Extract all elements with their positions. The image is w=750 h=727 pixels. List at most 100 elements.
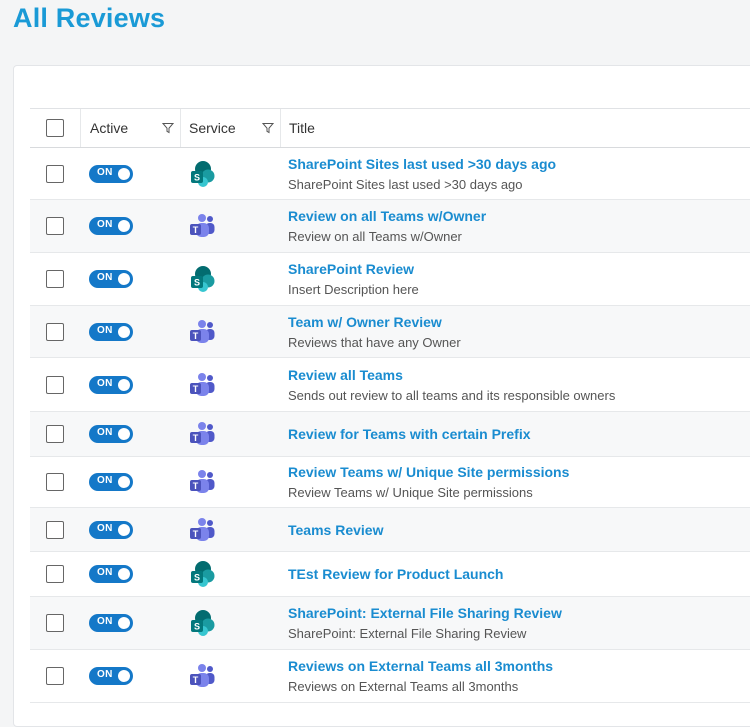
review-title-link[interactable]: SharePoint Review (288, 260, 414, 278)
row-service-cell: T (180, 371, 280, 399)
review-title-link[interactable]: Review for Teams with certain Prefix (288, 425, 531, 443)
row-checkbox[interactable] (46, 322, 64, 341)
toggle-label: ON (97, 219, 113, 230)
active-toggle[interactable]: ON (89, 473, 133, 491)
header-service[interactable]: Service (180, 109, 280, 147)
row-checkbox[interactable] (46, 473, 64, 491)
table-row[interactable]: ON T Review all Teams Sends out review t… (30, 358, 750, 412)
table-row[interactable]: ON T Team w/ Owner Review Reviews that h… (30, 306, 750, 358)
row-title-cell: Team w/ Owner Review Reviews that have a… (280, 313, 750, 351)
row-checkbox[interactable] (46, 520, 64, 539)
row-active-cell: ON (80, 322, 180, 341)
active-toggle[interactable]: ON (89, 425, 133, 443)
table-body: ON S SharePoint Sites last used >30 days… (30, 148, 750, 703)
review-description: SharePoint Sites last used >30 days ago (288, 176, 523, 192)
table-row[interactable]: ON T Review Teams w/ Unique Site permiss… (30, 457, 750, 508)
row-select-cell (30, 270, 80, 288)
row-select-cell (30, 520, 80, 539)
row-checkbox[interactable] (46, 270, 64, 288)
active-toggle[interactable]: ON (89, 565, 133, 583)
row-checkbox[interactable] (46, 375, 64, 394)
review-title-link[interactable]: TEst Review for Product Launch (288, 565, 503, 583)
row-checkbox[interactable] (46, 164, 64, 183)
row-select-cell (30, 322, 80, 341)
row-service-cell: T (180, 662, 280, 690)
toggle-knob (118, 617, 130, 629)
toggle-knob (118, 325, 130, 338)
filter-icon[interactable] (262, 122, 274, 134)
teams-icon: T (190, 422, 215, 445)
toggle-label: ON (97, 166, 113, 178)
review-title-link[interactable]: Team w/ Owner Review (288, 313, 442, 331)
active-toggle[interactable]: ON (89, 667, 133, 685)
review-description: Reviews that have any Owner (288, 334, 461, 350)
active-toggle[interactable]: ON (89, 520, 133, 539)
row-checkbox[interactable] (46, 667, 64, 685)
svg-text:S: S (194, 573, 200, 583)
row-select-cell (30, 425, 80, 443)
svg-text:S: S (194, 278, 200, 288)
row-title-cell: Review Teams w/ Unique Site permissions … (280, 463, 750, 501)
header-active-label: Active (90, 120, 129, 136)
row-title-cell: Review on all Teams w/Owner Review on al… (280, 207, 750, 245)
page-title: All Reviews (13, 3, 166, 33)
row-service-cell: T (180, 516, 280, 544)
review-title-link[interactable]: Reviews on External Teams all 3months (288, 657, 553, 675)
table-row[interactable]: ON S SharePoint Sites last used >30 days… (30, 148, 750, 200)
header-title[interactable]: Title (280, 109, 750, 147)
row-active-cell: ON (80, 667, 180, 685)
active-toggle[interactable]: ON (89, 217, 133, 235)
svg-text:T: T (193, 529, 199, 539)
table-row[interactable]: ON S SharePoint: External File Sharing R… (30, 597, 750, 650)
review-title-link[interactable]: SharePoint: External File Sharing Review (288, 604, 562, 622)
row-active-cell: ON (80, 614, 180, 632)
active-toggle[interactable]: ON (89, 322, 133, 341)
header-active[interactable]: Active (80, 109, 180, 147)
table-row[interactable]: ON T Review on all Teams w/Owner Review … (30, 200, 750, 253)
svg-text:T: T (193, 481, 199, 491)
table-row[interactable]: ON S TEst Review for Product Launch (30, 552, 750, 597)
active-toggle[interactable]: ON (89, 164, 133, 183)
toggle-knob (118, 220, 130, 232)
table-row[interactable]: ON T Reviews on External Teams all 3mont… (30, 650, 750, 703)
table-row[interactable]: ON S SharePoint Review Insert Descriptio… (30, 253, 750, 306)
review-title-link[interactable]: SharePoint Sites last used >30 days ago (288, 155, 556, 173)
row-checkbox[interactable] (46, 565, 64, 583)
toggle-label: ON (97, 669, 113, 680)
active-toggle[interactable]: ON (89, 614, 133, 632)
row-service-cell: T (180, 420, 280, 448)
review-description: SharePoint: External File Sharing Review (288, 626, 527, 641)
table-row[interactable]: ON T Teams Review (30, 508, 750, 552)
row-active-cell: ON (80, 217, 180, 235)
active-toggle[interactable]: ON (89, 270, 133, 288)
toggle-label: ON (97, 522, 113, 534)
row-service-cell: T (180, 212, 280, 240)
review-title-link[interactable]: Review Teams w/ Unique Site permissions (288, 463, 569, 481)
row-title-cell: SharePoint Sites last used >30 days ago … (280, 155, 750, 193)
row-active-cell: ON (80, 520, 180, 539)
teams-icon: T (190, 517, 215, 541)
toggle-knob (118, 670, 130, 682)
row-active-cell: ON (80, 270, 180, 288)
review-title-link[interactable]: Review all Teams (288, 366, 403, 384)
table-header: Active Service Title (30, 108, 750, 148)
select-all-checkbox[interactable] (46, 119, 64, 137)
row-title-cell: Reviews on External Teams all 3months Re… (280, 657, 750, 695)
table-row[interactable]: ON T Review for Teams with certain Prefi… (30, 412, 750, 457)
row-select-cell (30, 164, 80, 183)
active-toggle[interactable]: ON (89, 375, 133, 394)
review-title-link[interactable]: Teams Review (288, 521, 383, 539)
filter-icon[interactable] (162, 122, 174, 134)
review-description: Reviews on External Teams all 3months (288, 679, 519, 694)
row-checkbox[interactable] (46, 217, 64, 235)
row-select-cell (30, 667, 80, 685)
toggle-knob (118, 378, 130, 391)
row-active-cell: ON (80, 473, 180, 491)
row-checkbox[interactable] (46, 425, 64, 443)
row-active-cell: ON (80, 164, 180, 183)
row-service-cell: S (180, 560, 280, 588)
teams-icon: T (190, 214, 215, 237)
row-service-cell: T (180, 468, 280, 496)
review-title-link[interactable]: Review on all Teams w/Owner (288, 207, 486, 225)
row-checkbox[interactable] (46, 614, 64, 632)
